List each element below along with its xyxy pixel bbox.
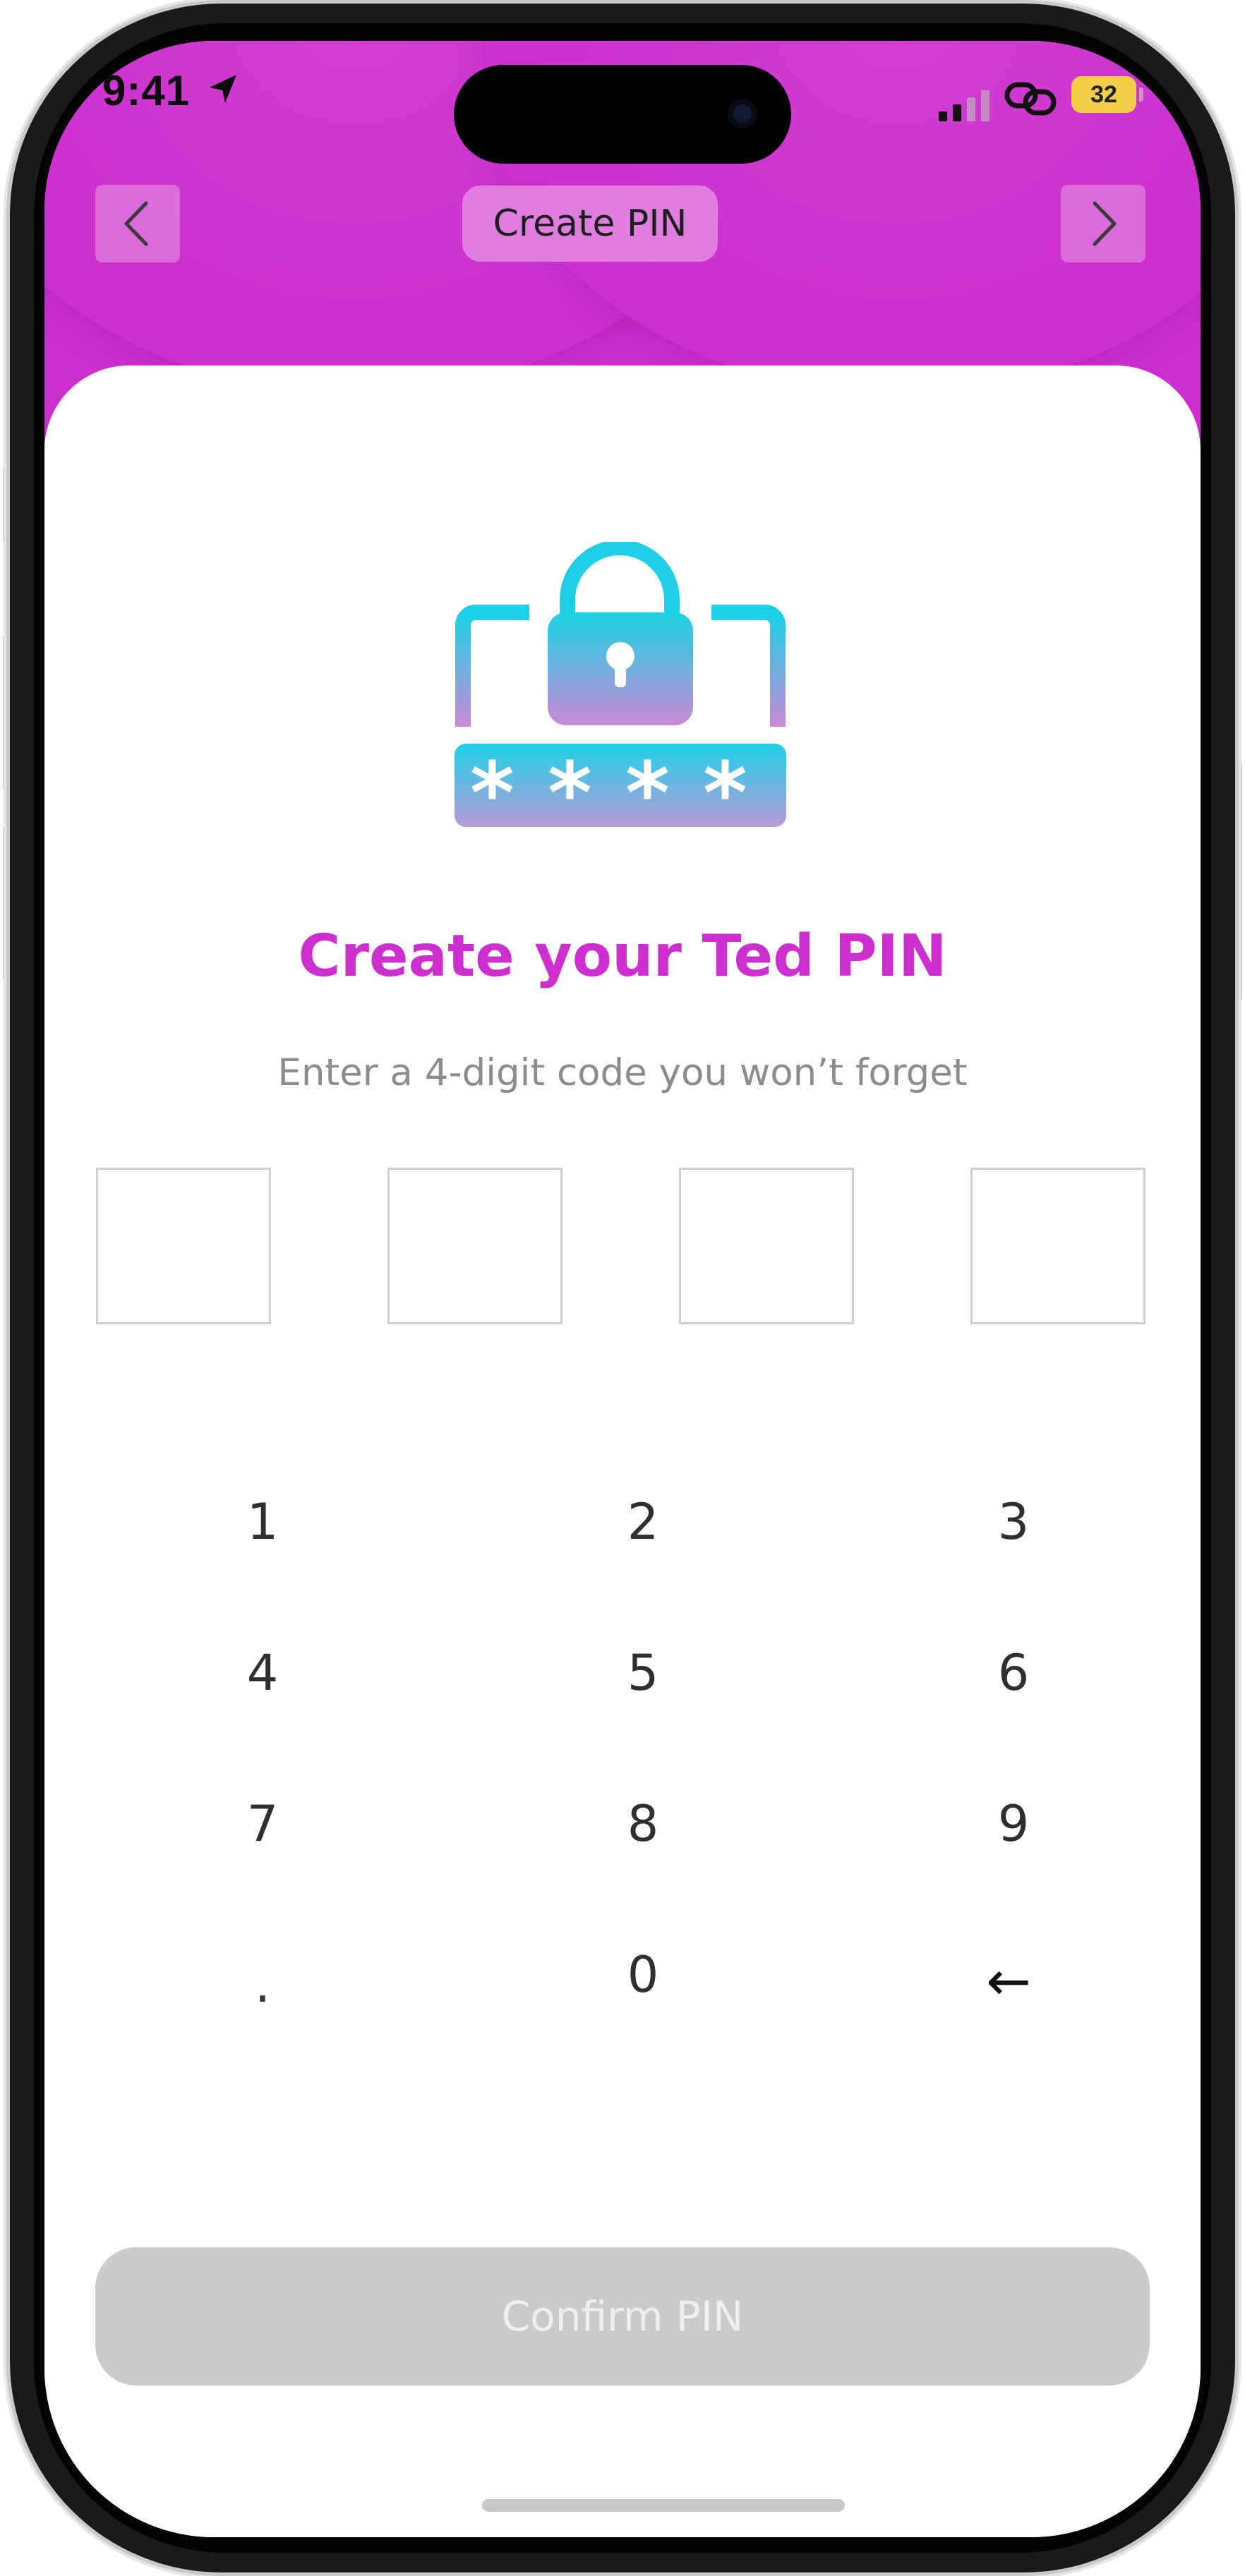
page-heading: Create your Ted PIN [298, 923, 947, 990]
keypad-key-8[interactable]: 8 [537, 1767, 749, 1880]
keypad-key-7[interactable]: 7 [157, 1767, 368, 1880]
forward-button[interactable] [1061, 185, 1145, 262]
page-subheading: Enter a 4-digit code you won’t forget [277, 1051, 968, 1094]
volume-down-button [3, 826, 10, 981]
keypad-backspace-key[interactable]: ← [903, 1925, 1114, 2038]
cellular-signal-icon [939, 90, 990, 121]
home-indicator[interactable] [482, 2499, 845, 2512]
keypad-key-0[interactable]: 0 [537, 1918, 749, 2031]
padlock-pin-icon: * * * * [455, 542, 786, 838]
pin-digit-2[interactable] [387, 1168, 563, 1324]
pin-digit-4[interactable] [970, 1168, 1145, 1324]
volume-up-button [3, 635, 10, 790]
pin-digit-1[interactable] [96, 1168, 271, 1324]
pin-digit-3[interactable] [679, 1168, 854, 1324]
power-button [1235, 762, 1242, 1002]
status-bar: 9:41 32 [44, 41, 1201, 164]
keypad-key-9[interactable]: 9 [908, 1767, 1119, 1880]
chevron-right-icon [1093, 201, 1117, 246]
keypad-key-4[interactable]: 4 [157, 1616, 368, 1729]
keypad-key-1[interactable]: 1 [157, 1465, 368, 1578]
confirm-pin-button[interactable]: Confirm PIN [95, 2247, 1150, 2385]
svg-text:*: * [548, 745, 592, 838]
front-camera [728, 99, 757, 128]
svg-text:*: * [703, 745, 747, 838]
status-time: 9:41 [102, 67, 191, 114]
dynamic-island [454, 65, 791, 164]
chevron-left-icon [124, 201, 148, 246]
page-title: Create PIN [462, 186, 718, 262]
battery-indicator: 32 [1071, 76, 1143, 113]
back-button[interactable] [95, 185, 180, 262]
location-arrow-icon [210, 75, 236, 103]
keypad-key-decimal[interactable]: . [157, 1928, 368, 2041]
phone-screen: 9:41 32 Create PIN * * * * Create your T… [44, 41, 1201, 2537]
keypad-key-5[interactable]: 5 [537, 1616, 749, 1729]
keypad-key-3[interactable]: 3 [908, 1465, 1119, 1578]
keypad-key-6[interactable]: 6 [908, 1616, 1119, 1729]
svg-text:*: * [625, 745, 670, 838]
action-button [3, 466, 10, 543]
keypad-key-2[interactable]: 2 [537, 1465, 749, 1578]
link-icon [1004, 82, 1057, 116]
svg-text:*: * [470, 745, 515, 838]
